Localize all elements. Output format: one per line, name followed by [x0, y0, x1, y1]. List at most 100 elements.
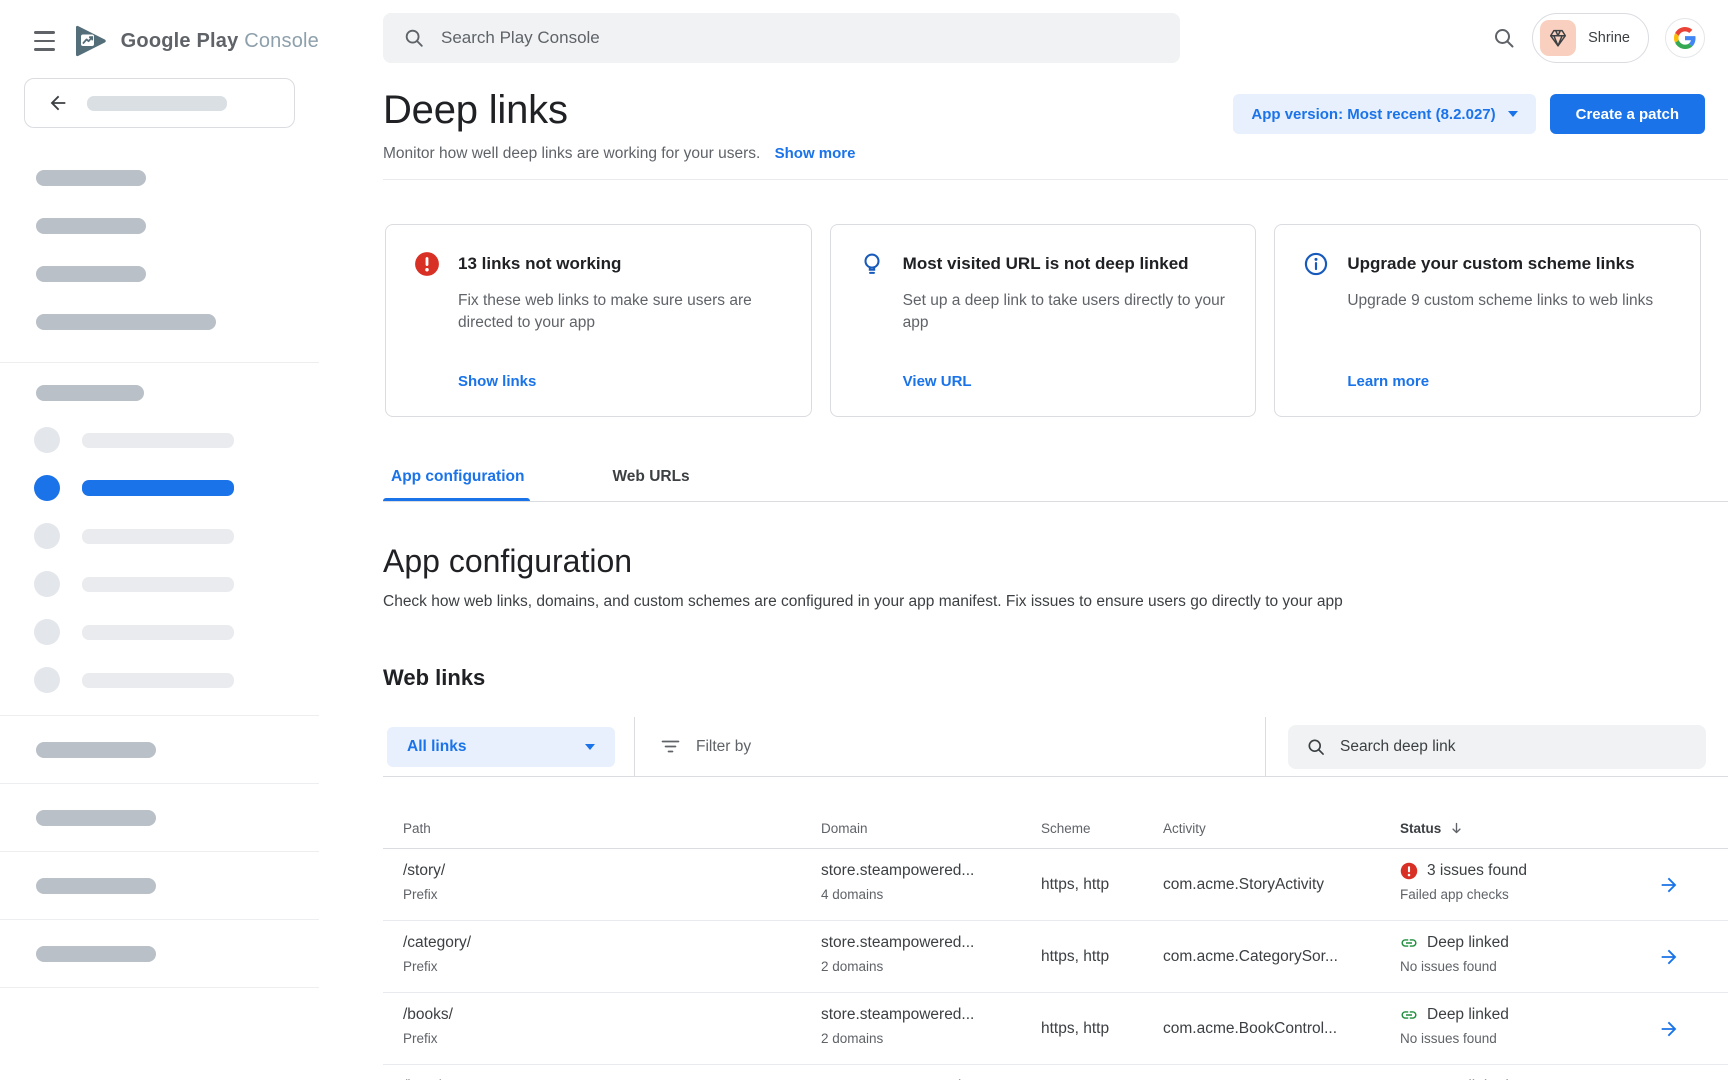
column-header-activity[interactable]: Activity [1163, 821, 1400, 836]
arrow-forward-icon[interactable] [1658, 946, 1680, 968]
sidebar-nav-item[interactable] [0, 523, 319, 549]
card-title: 13 links not working [458, 251, 621, 274]
domain-cell: store.steampowered... 2 domains [821, 921, 1041, 992]
skeleton-bar [82, 625, 234, 640]
skeleton-bar [36, 314, 216, 330]
card-links-not-working: 13 links not working Fix these web links… [385, 224, 812, 417]
account-avatar[interactable] [1665, 18, 1705, 58]
activity-cell: com.acme.CategorySor... [1163, 921, 1400, 992]
app-version-dropdown[interactable]: App version: Most recent (8.2.027) [1233, 94, 1535, 134]
skeleton-bar [36, 742, 156, 758]
skeleton-bar [82, 577, 234, 592]
path-cell: /category/ Prefix [403, 921, 821, 992]
divider [634, 717, 635, 776]
sidebar-section-item[interactable] [0, 716, 319, 784]
card-title: Most visited URL is not deep linked [903, 251, 1189, 274]
search-icon [1492, 26, 1516, 50]
sidebar-section-item[interactable] [0, 784, 319, 852]
page-header: Deep links Monitor how well deep links a… [383, 88, 1705, 163]
column-header-scheme[interactable]: Scheme [1041, 821, 1163, 836]
table-row[interactable]: /item/ store.steampowered... Deep linked [383, 1065, 1728, 1080]
sidebar-section-item[interactable] [0, 920, 319, 988]
web-links-table: Path Domain Scheme Activity Status /stor… [383, 777, 1728, 1080]
activity-cell [1163, 1065, 1400, 1080]
sidebar-nav-item[interactable] [0, 427, 319, 453]
create-patch-button[interactable]: Create a patch [1550, 94, 1705, 134]
path-cell: /item/ [403, 1065, 821, 1080]
show-links-link[interactable]: Show links [458, 373, 787, 390]
path-cell: /books/ Prefix [403, 993, 821, 1064]
app-selector-chip[interactable]: Shrine [1532, 13, 1649, 63]
deep-link-search[interactable] [1288, 725, 1706, 769]
filter-by-control[interactable]: Filter by [661, 738, 751, 756]
status-cell: Deep linked No issues found [1400, 921, 1658, 992]
header-divider [383, 179, 1728, 180]
arrow-forward-icon[interactable] [1658, 874, 1680, 896]
filter-bar: All links Filter by [383, 717, 1728, 777]
gem-icon [1547, 27, 1569, 49]
column-header-path[interactable]: Path [403, 821, 821, 836]
menu-button[interactable] [34, 31, 55, 51]
table-row[interactable]: /story/ Prefix store.steampowered... 4 d… [383, 849, 1728, 921]
skeleton-section-header [36, 385, 144, 401]
sidebar-section-item[interactable] [0, 852, 319, 920]
skeleton-bar [36, 810, 156, 826]
tab-app-configuration[interactable]: App configuration [383, 466, 544, 501]
learn-more-link[interactable]: Learn more [1347, 373, 1676, 390]
main-content: Shrine Deep links Monitor how well deep … [319, 0, 1728, 1080]
app-switcher-back-button[interactable] [24, 78, 295, 128]
search-icon [1306, 737, 1326, 757]
page-search-button[interactable] [1492, 26, 1516, 50]
domain-cell: store.steampowered... [821, 1065, 1041, 1080]
sidebar-nav-list [0, 427, 319, 693]
google-logo-icon [1674, 27, 1696, 49]
skeleton-bar [36, 218, 146, 234]
arrow-forward-icon[interactable] [1658, 1018, 1680, 1040]
sidebar: Google Play Console [0, 0, 319, 1080]
nav-item-icon-placeholder [34, 523, 60, 549]
card-body: Set up a deep link to take users directl… [903, 290, 1232, 335]
sidebar-nav-item[interactable] [0, 571, 319, 597]
global-search-input[interactable] [441, 28, 1160, 48]
card-header: Upgrade your custom scheme links [1303, 251, 1676, 277]
sidebar-nav-item[interactable] [0, 667, 319, 693]
table-row[interactable]: /category/ Prefix store.steampowered... … [383, 921, 1728, 993]
sidebar-nav-item-active[interactable] [0, 475, 319, 501]
play-logo-icon [71, 24, 109, 58]
sidebar-top: Google Play Console [0, 0, 319, 58]
sort-descending-icon [1449, 821, 1464, 836]
play-console-logo[interactable]: Google Play Console [71, 24, 319, 58]
path-cell: /story/ Prefix [403, 849, 821, 920]
link-icon [1400, 1006, 1418, 1024]
table-row[interactable]: /books/ Prefix store.steampowered... 2 d… [383, 993, 1728, 1065]
deep-link-search-input[interactable] [1340, 738, 1688, 756]
table-header-row: Path Domain Scheme Activity Status [383, 777, 1728, 849]
card-header: Most visited URL is not deep linked [859, 251, 1232, 277]
domain-cell: store.steampowered... 4 domains [821, 849, 1041, 920]
global-search[interactable] [383, 13, 1180, 63]
skeleton-bar [82, 529, 234, 544]
lightbulb-icon [859, 251, 885, 277]
view-url-link[interactable]: View URL [903, 373, 1232, 390]
tab-web-urls[interactable]: Web URLs [592, 466, 709, 501]
card-most-visited-url: Most visited URL is not deep linked Set … [830, 224, 1257, 417]
sidebar-nav-item[interactable] [0, 619, 319, 645]
skeleton-bar [36, 946, 156, 962]
status-cell: Deep linked [1400, 1065, 1658, 1080]
column-header-domain[interactable]: Domain [821, 821, 1041, 836]
logo-suffix-text: Console [244, 30, 319, 52]
card-upgrade-schemes: Upgrade your custom scheme links Upgrade… [1274, 224, 1701, 417]
column-header-status[interactable]: Status [1400, 821, 1658, 836]
subtitle-text: Monitor how well deep links are working … [383, 145, 760, 162]
scheme-cell: https, http [1041, 921, 1163, 992]
status-cell: 3 issues found Failed app checks [1400, 849, 1658, 920]
show-more-link[interactable]: Show more [775, 145, 856, 162]
sidebar-skeleton-group [0, 170, 319, 330]
card-title: Upgrade your custom scheme links [1347, 251, 1634, 274]
skeleton-bar [82, 433, 234, 448]
divider [1265, 717, 1266, 776]
chevron-down-icon [1508, 111, 1518, 117]
all-links-dropdown[interactable]: All links [387, 727, 615, 767]
scheme-cell: https, http [1041, 849, 1163, 920]
section-title: App configuration [383, 543, 1728, 580]
